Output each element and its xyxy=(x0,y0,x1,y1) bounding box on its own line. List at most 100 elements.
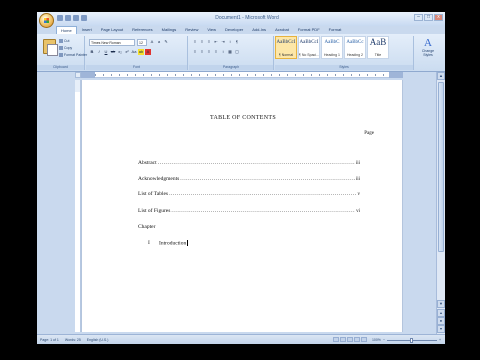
office-button[interactable] xyxy=(39,13,54,28)
format-painter-button[interactable]: Format Painter xyxy=(59,53,87,58)
outline-icon[interactable] xyxy=(354,337,360,342)
style-sample: AaBbCcI xyxy=(299,40,319,45)
print-layout-icon[interactable] xyxy=(333,337,339,342)
paste-icon[interactable] xyxy=(43,39,58,56)
font-size-select[interactable]: 12 xyxy=(137,39,147,46)
decrease-indent-icon[interactable]: ⇤ xyxy=(213,39,219,45)
close-button[interactable]: x xyxy=(434,14,443,21)
tab-home[interactable]: Home xyxy=(56,26,77,34)
full-screen-reading-icon[interactable] xyxy=(340,337,346,342)
change-styles-button[interactable]: A Change Styles xyxy=(417,36,439,64)
copy-button[interactable]: Copy xyxy=(59,46,73,51)
style-heading-2[interactable]: AaBbCc Heading 2 xyxy=(344,36,366,59)
scroll-up-icon[interactable]: ▲ xyxy=(437,72,445,80)
scroll-thumb[interactable] xyxy=(438,82,444,252)
increase-indent-icon[interactable]: ⇥ xyxy=(220,39,226,45)
style-sample: AaBbCcI xyxy=(276,40,296,45)
grow-font-icon[interactable]: A xyxy=(149,39,155,45)
tab-view[interactable]: View xyxy=(203,26,220,34)
tab-acrobat[interactable]: Acrobat xyxy=(271,26,293,34)
style-name: ¶ Normal xyxy=(278,53,294,57)
ruler-ticks xyxy=(95,74,389,76)
tab-references[interactable]: References xyxy=(128,26,156,34)
change-styles-icon: A xyxy=(424,37,432,49)
select-browse-object-icon[interactable]: ● xyxy=(437,317,445,325)
zoom-level[interactable]: 100% xyxy=(372,338,381,342)
web-layout-icon[interactable] xyxy=(347,337,353,342)
document-page[interactable]: TABLE OF CONTENTS Page Abstract ........… xyxy=(81,80,403,332)
shrink-font-icon[interactable]: a xyxy=(156,39,162,45)
cut-button[interactable]: Cut xyxy=(59,39,69,44)
show-marks-icon[interactable]: ¶ xyxy=(234,39,240,45)
numbering-icon[interactable]: ≡ xyxy=(199,39,205,45)
superscript-icon[interactable]: x² xyxy=(124,49,130,55)
tab-page-layout[interactable]: Page Layout xyxy=(97,26,127,34)
style-heading-1[interactable]: AaBbC Heading 1 xyxy=(321,36,343,59)
borders-icon[interactable]: ▢ xyxy=(234,49,240,55)
vertical-scrollbar[interactable]: ▲ ▼ ▴ ● ▾ xyxy=(436,72,445,334)
sort-icon[interactable]: ↕ xyxy=(227,39,233,45)
strikethrough-icon[interactable]: ab xyxy=(110,49,116,55)
draft-icon[interactable] xyxy=(361,337,367,342)
underline-icon[interactable]: U xyxy=(103,49,109,55)
zoom-in-icon[interactable]: + xyxy=(439,338,441,342)
tab-developer[interactable]: Developer xyxy=(221,26,247,34)
zoom-slider-knob[interactable] xyxy=(410,337,414,343)
tab-insert[interactable]: Insert xyxy=(78,26,96,34)
toc-entry-abstract: Abstract ...............................… xyxy=(138,160,360,168)
maximize-button[interactable]: □ xyxy=(424,14,433,21)
zoom-out-icon[interactable]: − xyxy=(383,338,385,342)
toc-title: TABLE OF CONTENTS xyxy=(210,115,276,121)
right-margin-shade xyxy=(389,72,403,78)
italic-icon[interactable]: I xyxy=(96,49,102,55)
horizontal-ruler[interactable] xyxy=(81,72,403,78)
scroll-down-icon[interactable]: ▼ xyxy=(437,300,445,308)
ribbon-tabs: Home Insert Page Layout References Maili… xyxy=(56,26,345,34)
chapter-heading: Chapter xyxy=(138,224,156,230)
copy-label: Copy xyxy=(64,46,73,50)
zoom-slider[interactable] xyxy=(386,337,437,343)
justify-icon[interactable]: ≡ xyxy=(213,49,219,55)
tab-mailings[interactable]: Mailings xyxy=(158,26,181,34)
page-column-header: Page xyxy=(364,131,374,136)
subscript-icon[interactable]: x₂ xyxy=(117,49,123,55)
vertical-ruler-body xyxy=(75,92,80,332)
style-no-spacing[interactable]: AaBbCcI ¶ No Spaci... xyxy=(298,36,320,59)
shading-icon[interactable]: ▦ xyxy=(227,49,233,55)
align-center-icon[interactable]: ≡ xyxy=(199,49,205,55)
left-margin-shade xyxy=(81,72,95,78)
style-sample: AaBbCc xyxy=(346,40,364,45)
style-title[interactable]: AaB Title xyxy=(367,36,389,59)
customize-qat-icon[interactable] xyxy=(81,15,87,21)
toc-entry-acknowledgments: Acknowledgments ........................… xyxy=(138,176,360,184)
font-family-select[interactable]: Times New Roman xyxy=(89,39,135,46)
tab-format[interactable]: Format xyxy=(325,26,346,34)
next-page-icon[interactable]: ▾ xyxy=(437,325,445,333)
page-count[interactable]: Page: 1 of 1 xyxy=(40,338,59,342)
tab-add-ins[interactable]: Add-Ins xyxy=(248,26,270,34)
toc-entry-label: Abstract xyxy=(138,160,157,166)
undo-icon[interactable] xyxy=(65,15,71,21)
line-spacing-icon[interactable]: ↕ xyxy=(220,49,226,55)
style-normal[interactable]: AaBbCcI ¶ Normal xyxy=(275,36,297,59)
previous-page-icon[interactable]: ▴ xyxy=(437,309,445,317)
style-name: ¶ No Spaci... xyxy=(299,53,319,57)
align-right-icon[interactable]: ≡ xyxy=(206,49,212,55)
language[interactable]: English (U.S.) xyxy=(87,338,109,342)
toc-entry-page: vi xyxy=(356,209,360,214)
minimize-button[interactable]: – xyxy=(414,14,423,21)
redo-icon[interactable] xyxy=(73,15,79,21)
save-icon[interactable] xyxy=(57,15,63,21)
clear-format-icon[interactable]: ✎ xyxy=(163,39,169,45)
tab-review[interactable]: Review xyxy=(181,26,202,34)
highlight-icon[interactable]: ab xyxy=(138,49,144,55)
change-case-icon[interactable]: Aa xyxy=(131,49,137,55)
align-left-icon[interactable]: ≡ xyxy=(192,49,198,55)
tab-format-pdf[interactable]: Format PDF xyxy=(294,26,324,34)
font-color-icon[interactable]: A xyxy=(145,49,151,55)
bold-icon[interactable]: B xyxy=(89,49,95,55)
word-count[interactable]: Words: 25 xyxy=(65,338,81,342)
font-size-buttons: A a ✎ xyxy=(149,39,169,45)
bullets-icon[interactable]: ≡ xyxy=(192,39,198,45)
multilevel-list-icon[interactable]: ≡ xyxy=(206,39,212,45)
